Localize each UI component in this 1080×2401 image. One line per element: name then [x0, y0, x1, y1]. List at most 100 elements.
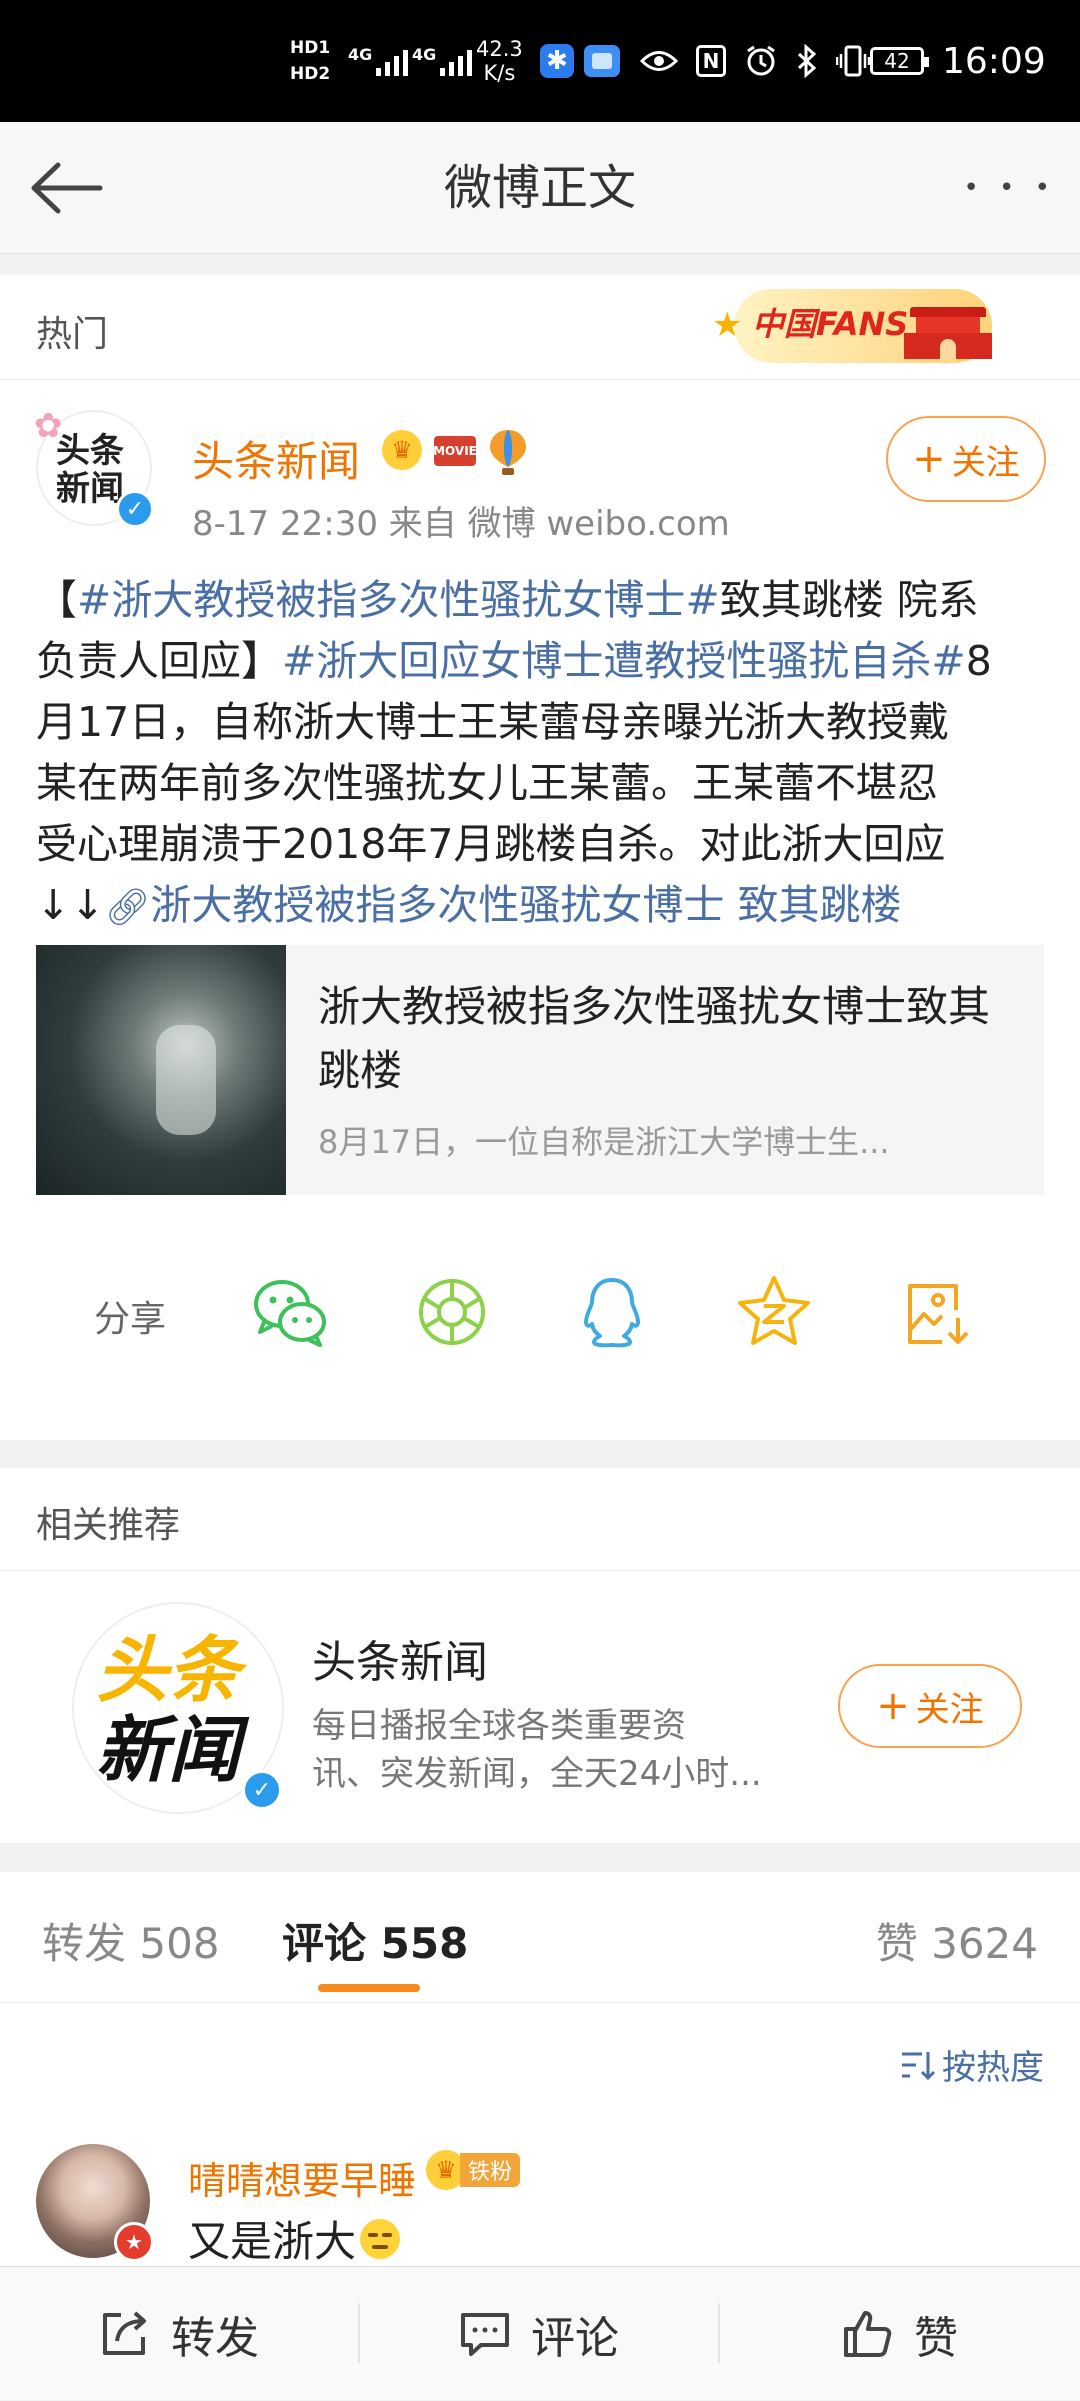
follow-button[interactable]: + 关注: [886, 416, 1046, 502]
topic-link[interactable]: #浙大教授被指多次性骚扰女博士#: [77, 576, 720, 624]
hd-sim1-label: HD1: [290, 38, 331, 58]
related-account-description: 每日播报全球各类重要资 讯、突发新闻，全天24小时...: [312, 1702, 762, 1798]
description-line: 每日播报全球各类重要资: [312, 1706, 686, 1746]
article-description: 8月17日，一位自称是浙江大学博士生...: [318, 1123, 890, 1161]
save-image-icon[interactable]: [898, 1272, 978, 1352]
comment-text: 又是浙大: [188, 2208, 401, 2269]
battery-level: 42: [884, 49, 910, 73]
dual-sim-indicator: HD1 HD2: [290, 38, 330, 84]
follow-label: 关注: [951, 442, 1020, 483]
author-avatar[interactable]: ✿ 头条 新闻 ✓: [34, 406, 154, 528]
network-speed-value: 42.3: [476, 37, 523, 61]
logo-line: 新闻: [96, 1708, 241, 1792]
like-label: 赞: [914, 2313, 958, 2364]
author-name[interactable]: 头条新闻: [192, 428, 360, 489]
article-thumbnail: [36, 945, 286, 1195]
hot-label: 热门: [36, 314, 109, 355]
hot-air-balloon-icon[interactable]: [488, 428, 528, 476]
more-options-icon[interactable]: • • •: [963, 122, 1056, 254]
tab-repost[interactable]: 转发 508: [42, 1910, 220, 1971]
status-bar: HD1 HD2 4G 4G 42.3 K/s ✱ N 42 16:09: [0, 0, 1080, 122]
crown-badge-icon[interactable]: ♛: [382, 430, 422, 470]
related-account-name[interactable]: 头条新闻: [312, 1626, 488, 1690]
like-button[interactable]: 赞: [720, 2267, 1080, 2401]
post-body: 【#浙大教授被指多次性骚扰女博士#致其跳楼 院系 负责人回应】#浙大回应女博士遭…: [36, 570, 1046, 938]
post-text: 某在两年前多次性骚扰女儿王某蕾。王某蕾不堪忍: [36, 759, 938, 807]
signal-1: 4G: [348, 0, 409, 122]
page-title: 微博正文: [443, 160, 636, 216]
active-tab-indicator: [318, 1984, 420, 1992]
signal-bars-icon: [440, 46, 473, 76]
comment-label: 评论: [531, 2313, 619, 2364]
star-icon: ★: [712, 305, 743, 345]
network-speed-unit: K/s: [483, 61, 516, 85]
sort-by-hot-button[interactable]: 按热度: [900, 2040, 1044, 2089]
signal-2: 4G: [412, 0, 473, 122]
vibrate-icon: [836, 45, 870, 77]
hot-section-header: 热门 ★ 中国FANS: [0, 275, 1080, 379]
article-card[interactable]: 浙大教授被指多次性骚扰女博士致其跳楼 8月17日，一位自称是浙江大学博士生...: [36, 945, 1044, 1195]
plus-icon: +: [912, 436, 946, 482]
fan-badge: ♛ 铁粉: [426, 2150, 521, 2190]
related-account-avatar[interactable]: 头条 新闻 ✓: [72, 1602, 284, 1814]
clock: 16:09: [942, 40, 1046, 82]
comment-button[interactable]: 评论: [360, 2267, 718, 2401]
verified-badge-icon: ✓: [242, 1770, 282, 1810]
link-icon: 🔗︎: [104, 887, 151, 928]
nfc-icon: N: [696, 45, 726, 77]
tab-comment[interactable]: 评论 558: [282, 1910, 468, 1971]
article-link[interactable]: 浙大教授被指多次性骚扰女博士 致其跳楼: [150, 881, 901, 929]
hd-sim2-label: HD2: [290, 64, 331, 84]
china-fans-banner[interactable]: ★ 中国FANS: [712, 279, 1002, 371]
bottom-action-bar: 转发 评论 赞: [0, 2266, 1080, 2400]
post-text: 致其跳楼 院系: [719, 576, 979, 624]
top-nav-bar: 微博正文 • • •: [0, 122, 1080, 254]
verified-badge-icon: ✓: [116, 490, 154, 528]
network-speed: 42.3 K/s: [476, 37, 523, 85]
eye-comfort-icon: [640, 51, 678, 71]
tiananmen-icon: [904, 295, 992, 359]
repost-icon: [103, 2311, 146, 2355]
repost-label: 转发: [171, 2313, 259, 2364]
logo-line: 新闻: [56, 469, 124, 509]
follow-label: 关注: [915, 1689, 984, 1730]
thumbs-up-icon: [844, 2311, 892, 2357]
post-text: 8: [965, 637, 992, 685]
plus-icon: +: [876, 1683, 910, 1729]
article-title: 浙大教授被指多次性骚扰女博士致其跳楼: [318, 982, 991, 1095]
divider: [0, 2002, 1080, 2003]
alarm-icon: [747, 45, 775, 76]
repost-button[interactable]: 转发: [0, 2267, 358, 2401]
bluetooth-icon: [797, 44, 817, 78]
related-section-header: 相关推荐: [0, 1468, 1080, 1570]
moments-share-icon[interactable]: [412, 1272, 492, 1352]
wechat-share-icon[interactable]: [250, 1272, 330, 1352]
post-text: ↓↓: [36, 881, 105, 929]
app-notification-icon: [584, 45, 620, 77]
related-follow-button[interactable]: + 关注: [838, 1664, 1022, 1748]
battery-icon: 42: [870, 47, 929, 75]
comment-icon: [461, 2313, 509, 2356]
topic-link[interactable]: #浙大回应女博士遭教授性骚扰自杀#: [282, 637, 966, 685]
emoji-icon: [360, 2218, 401, 2259]
post-time-source: 8-17 22:30 来自 微博 weibo.com: [192, 504, 730, 544]
comment-text-body: 又是浙大: [188, 2217, 357, 2266]
commenter-avatar[interactable]: ★: [36, 2144, 154, 2262]
commenter-name[interactable]: 晴晴想要早睡: [188, 2150, 416, 2205]
sort-label: 按热度: [942, 2048, 1044, 2088]
qq-share-icon[interactable]: [572, 1272, 652, 1352]
tab-like[interactable]: 赞 3624: [876, 1910, 1038, 1971]
china-fans-logo: 中国FANS: [752, 305, 909, 343]
app-notification-icon: ✱: [540, 44, 574, 78]
post-text: 月17日，自称浙大博士王某蕾母亲曝光浙大教授戴: [36, 698, 950, 746]
network-type-label: 4G: [348, 44, 373, 64]
related-label: 相关推荐: [36, 1505, 181, 1546]
sort-icon: [902, 2051, 936, 2080]
description-line: 讯、突发新闻，全天24小时...: [312, 1754, 762, 1794]
qzone-share-icon[interactable]: [734, 1272, 814, 1352]
logo-line: 头条: [56, 431, 124, 471]
movie-badge-icon[interactable]: MOVIE: [433, 436, 477, 466]
vip-badge-icon: ★: [114, 2222, 154, 2262]
share-label: 分享: [94, 1299, 167, 1340]
post-text: 受心理崩溃于2018年7月跳楼自杀。对此浙大回应: [36, 820, 946, 868]
